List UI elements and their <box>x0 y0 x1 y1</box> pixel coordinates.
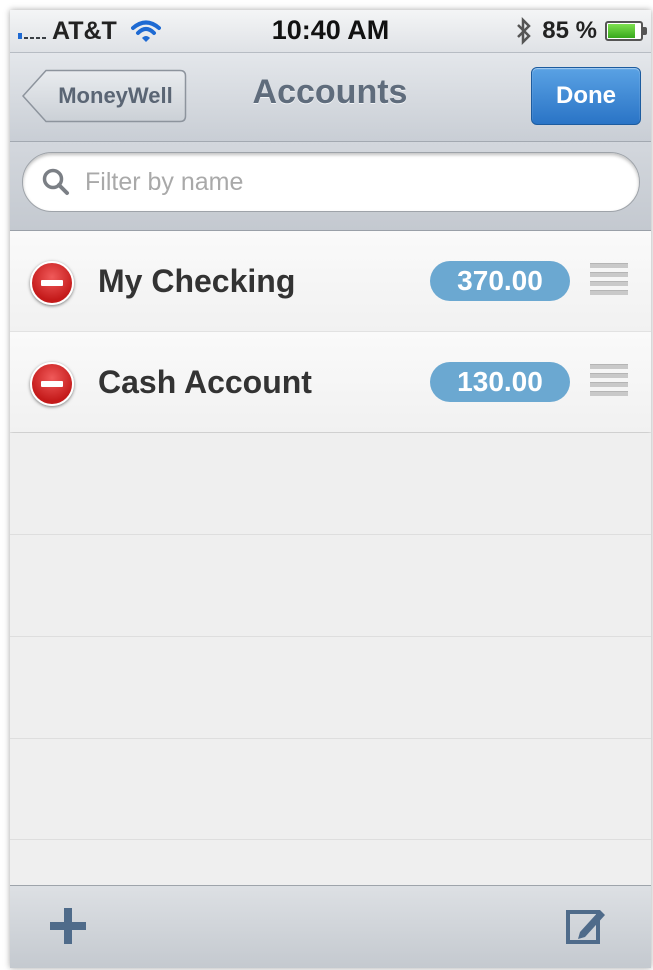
back-button-label: MoneyWell <box>58 83 173 108</box>
done-button[interactable]: Done <box>531 67 641 125</box>
search-icon <box>42 168 69 195</box>
balance-badge: 370.00 <box>430 261 570 301</box>
back-button[interactable]: MoneyWell <box>22 69 187 123</box>
empty-list-area <box>10 433 651 885</box>
reorder-handle-icon[interactable] <box>590 263 628 299</box>
list-item[interactable]: My Checking 370.00 <box>10 231 651 332</box>
divider <box>10 534 651 535</box>
delete-icon[interactable] <box>30 261 74 305</box>
delete-icon[interactable] <box>30 362 74 406</box>
bluetooth-icon <box>517 17 532 45</box>
phone-screen: AT&T 10:40 AM 85 % MoneyWell Accounts Do… <box>10 10 651 968</box>
accounts-list: My Checking 370.00 Cash Account 130.00 <box>10 231 651 432</box>
divider <box>10 738 651 739</box>
battery-icon <box>605 21 647 41</box>
page-title: Accounts <box>252 73 408 111</box>
plus-icon[interactable] <box>46 904 90 948</box>
account-name: Cash Account <box>98 364 312 400</box>
bottom-toolbar <box>10 885 651 968</box>
battery-percentage: 85 % <box>542 17 597 44</box>
search-field[interactable] <box>22 152 640 212</box>
status-bar: AT&T 10:40 AM 85 % <box>10 10 651 53</box>
list-item[interactable]: Cash Account 130.00 <box>10 332 651 432</box>
divider <box>10 636 651 637</box>
compose-icon[interactable] <box>564 904 608 948</box>
balance-badge: 130.00 <box>430 362 570 402</box>
search-input[interactable] <box>83 161 627 203</box>
search-bar <box>10 142 651 231</box>
account-name: My Checking <box>98 263 296 299</box>
reorder-handle-icon[interactable] <box>590 364 628 400</box>
divider <box>10 839 651 840</box>
navigation-bar: MoneyWell Accounts Done <box>10 53 651 142</box>
